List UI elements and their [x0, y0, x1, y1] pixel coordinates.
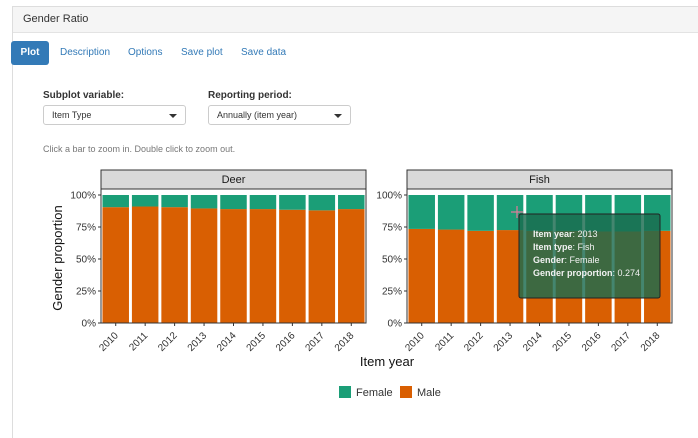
gender-ratio-chart[interactable]: Gender proportion Item year Deer 2010 2011…	[0, 0, 698, 438]
bar-female-deer-2014[interactable]	[220, 195, 247, 210]
x-tick-label: 2011	[127, 330, 150, 353]
y-tick-label: 75%	[76, 223, 96, 234]
y-tick-label: 100%	[376, 191, 402, 202]
x-tick-label: 2018	[333, 330, 357, 354]
y-axis-title: Gender proportion	[50, 205, 65, 311]
x-tick-label: 2012	[156, 330, 180, 354]
bar-female-fish-2012[interactable]	[467, 195, 494, 231]
x-tick-label: 2013	[186, 330, 210, 354]
bar-female-deer-2013[interactable]	[190, 195, 218, 209]
tooltip-row: Gender proportion: 0.274	[533, 268, 640, 278]
x-tick-label: 2015	[551, 330, 575, 354]
bar-female-deer-2017[interactable]	[308, 195, 336, 211]
x-tick-label: 2018	[639, 330, 663, 354]
tooltip-row: Item year: 2013	[533, 229, 598, 239]
y-tick-label: 0%	[82, 319, 97, 330]
tooltip-row: Gender: Female	[533, 255, 600, 265]
bar-male-deer-2018[interactable]	[338, 209, 365, 323]
bar-male-deer-2017[interactable]	[308, 210, 336, 323]
x-tick-label: 2010	[403, 330, 427, 354]
bar-female-deer-2010[interactable]	[102, 195, 129, 208]
x-tick-label: 2016	[580, 330, 604, 354]
y-tick-label: 75%	[382, 223, 402, 234]
bar-female-deer-2016[interactable]	[279, 195, 306, 210]
x-tick-label: 2014	[215, 330, 239, 354]
facet-strip-label: Deer	[222, 174, 246, 186]
tooltip-row: Item type: Fish	[533, 242, 595, 252]
bar-male-deer-2011[interactable]	[131, 206, 159, 323]
legend-swatch-female	[339, 386, 351, 398]
bar-male-fish-2011[interactable]	[437, 229, 465, 323]
bar-male-deer-2010[interactable]	[102, 207, 129, 323]
facet-strip-label: Fish	[529, 174, 550, 186]
x-tick-label: 2013	[492, 330, 516, 354]
bar-female-deer-2018[interactable]	[338, 195, 365, 210]
x-tick-label: 2016	[274, 330, 298, 354]
bar-female-deer-2012[interactable]	[161, 195, 188, 208]
bar-male-fish-2012[interactable]	[467, 230, 494, 323]
x-tick-label: 2017	[609, 330, 633, 354]
bar-male-deer-2015[interactable]	[249, 209, 277, 323]
x-axis-title: Item year	[360, 354, 415, 369]
x-tick-label: 2017	[303, 330, 327, 354]
y-tick-label: 50%	[382, 255, 402, 266]
y-tick-label: 100%	[70, 191, 96, 202]
legend-label-female: Female	[356, 387, 393, 399]
bar-female-deer-2011[interactable]	[131, 195, 159, 207]
y-tick-label: 0%	[388, 319, 403, 330]
y-tick-label: 25%	[76, 287, 96, 298]
bar-female-fish-2011[interactable]	[437, 195, 465, 230]
legend-label-male: Male	[417, 387, 441, 399]
bar-male-fish-2010[interactable]	[408, 228, 435, 323]
bar-male-deer-2016[interactable]	[279, 209, 306, 323]
bar-female-fish-2010[interactable]	[408, 195, 435, 229]
y-tick-label: 25%	[382, 287, 402, 298]
x-tick-label: 2014	[521, 330, 545, 354]
bar-male-deer-2013[interactable]	[190, 208, 218, 323]
x-tick-label: 2015	[245, 330, 269, 354]
x-tick-label: 2010	[97, 330, 121, 354]
bar-female-deer-2015[interactable]	[249, 195, 277, 210]
legend-swatch-male	[400, 386, 412, 398]
bar-male-deer-2012[interactable]	[161, 207, 188, 323]
x-tick-label: 2012	[462, 330, 486, 354]
y-tick-label: 50%	[76, 255, 96, 266]
x-tick-label: 2011	[433, 330, 456, 353]
bar-male-deer-2014[interactable]	[220, 209, 247, 323]
